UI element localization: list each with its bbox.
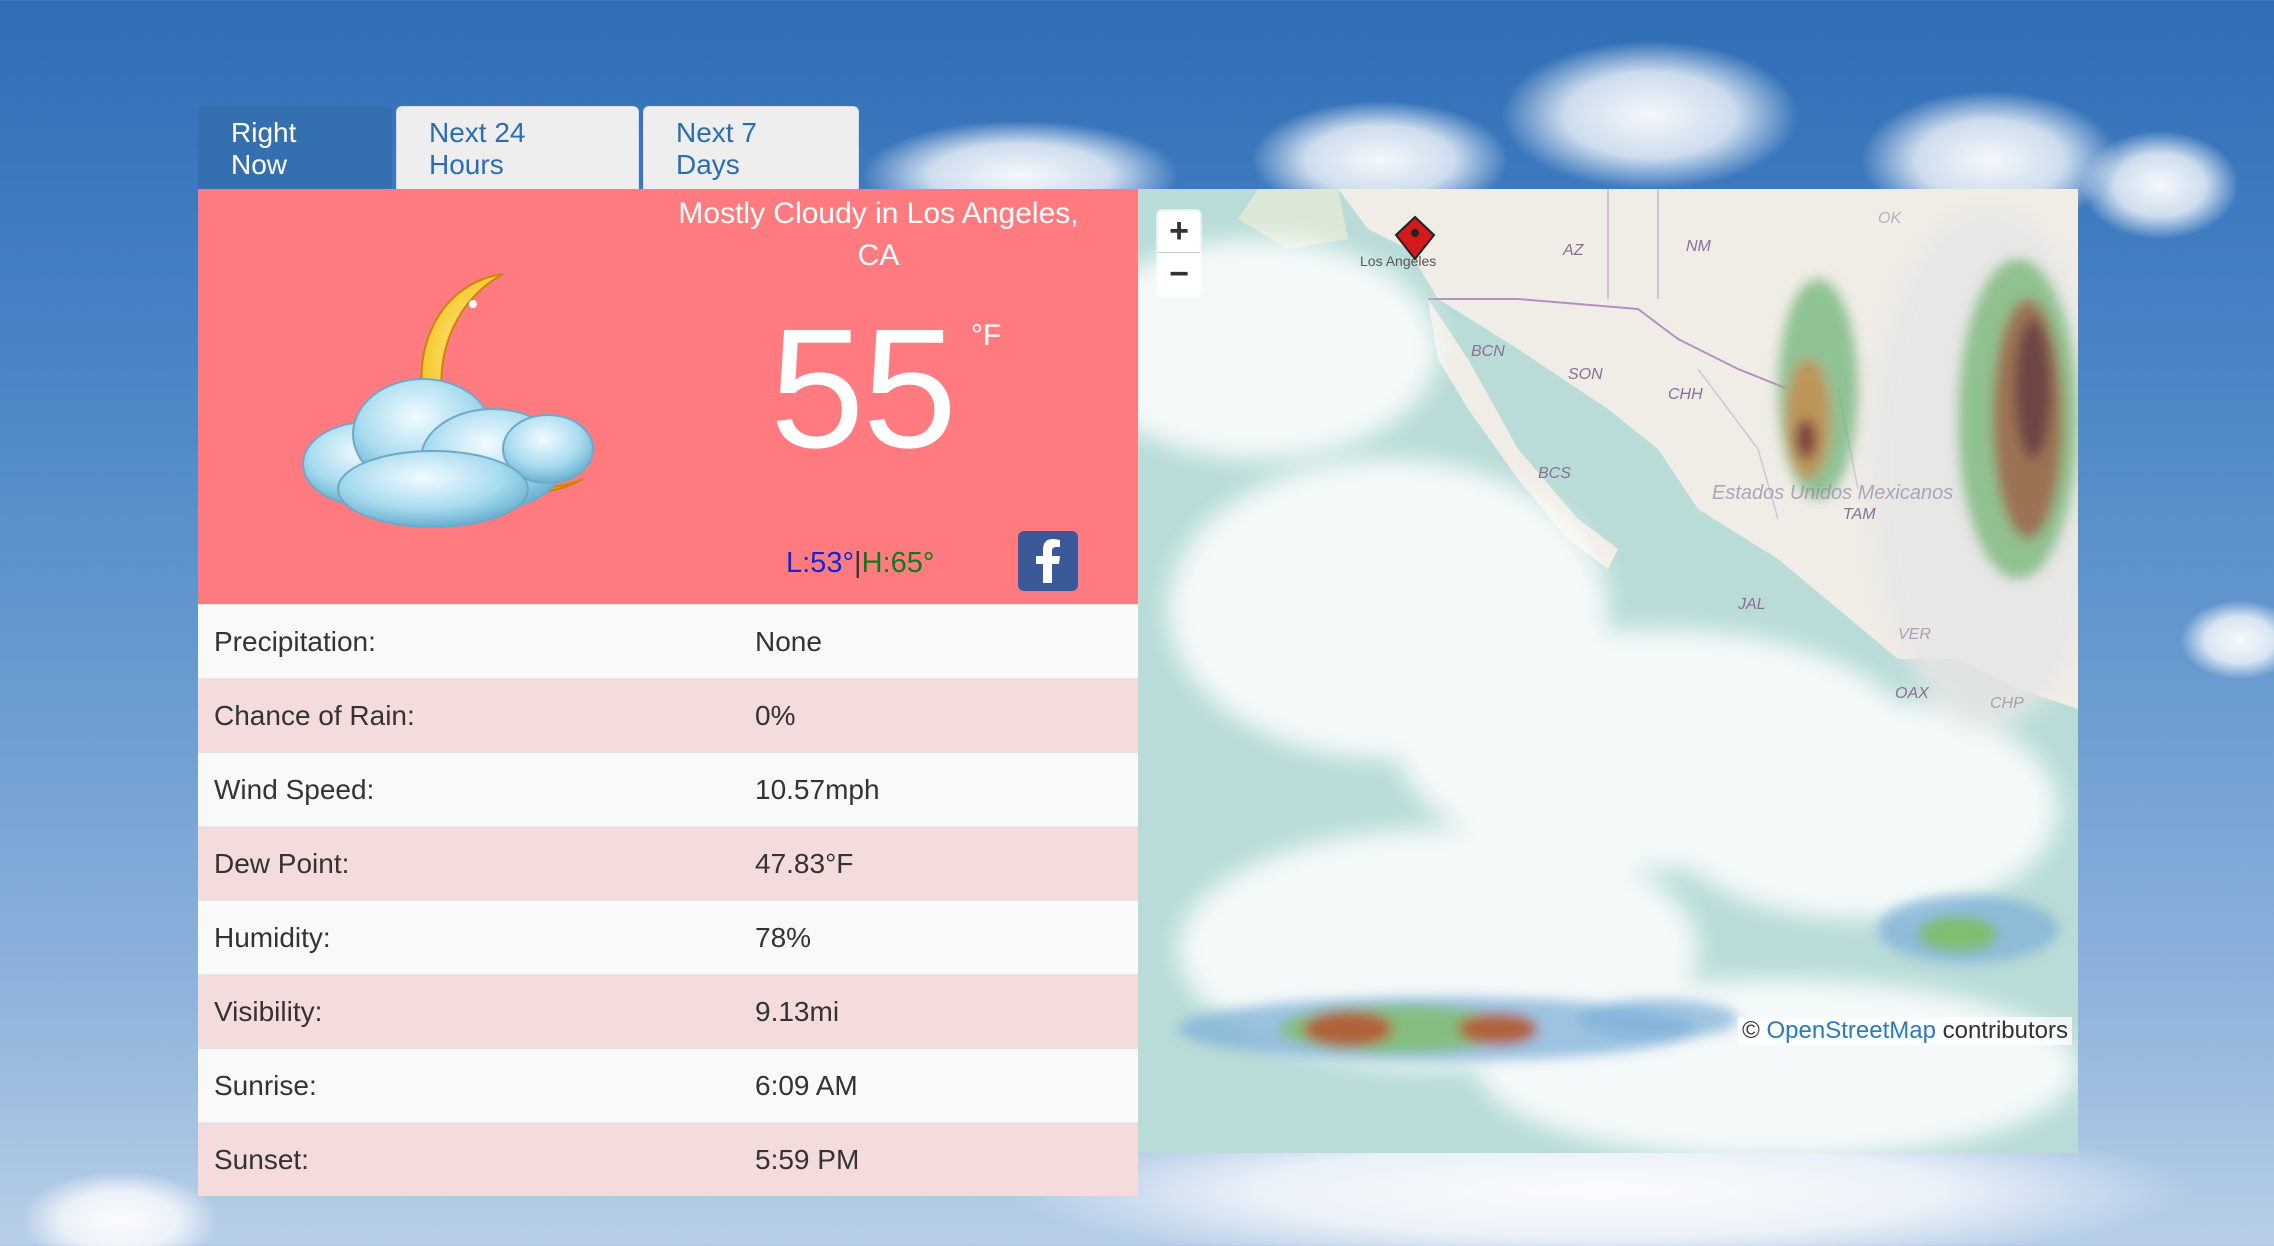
map-label: BCN <box>1471 343 1505 360</box>
map-label: CHP <box>1990 695 2024 712</box>
facebook-icon <box>1036 539 1060 583</box>
table-row: Visibility: 9.13mi <box>198 974 1138 1048</box>
low-high-temperature: L:53°|H:65° <box>786 547 934 580</box>
table-row: Sunset: 5:59 PM <box>198 1122 1138 1196</box>
detail-value: 6:09 AM <box>755 1069 858 1101</box>
table-row: Dew Point: 47.83°F <box>198 826 1138 900</box>
detail-value: 47.83°F <box>755 847 854 879</box>
detail-label: Sunset: <box>214 1143 309 1175</box>
details-table: Precipitation: None Chance of Rain: 0% Win… <box>198 604 1138 1196</box>
low-temperature: L:53° <box>786 547 855 579</box>
table-row: Chance of Rain: 0% <box>198 678 1138 752</box>
attribution-suffix: contributors <box>1942 1017 2068 1044</box>
map-city-label: Los Angeles <box>1360 253 1436 269</box>
map-label: VER <box>1898 626 1931 643</box>
map-label: TAM <box>1843 506 1876 523</box>
map-label: JAL <box>1737 596 1766 613</box>
current-weather-panel: Mostly Cloudy in Los Angeles, CA 55 °F L… <box>198 189 1138 1196</box>
tab-right-now[interactable]: Right Now <box>198 106 392 190</box>
table-row: Sunrise: 6:09 AM <box>198 1048 1138 1122</box>
detail-value: None <box>755 625 822 657</box>
high-temperature: H:65° <box>861 547 935 579</box>
zoom-out-button[interactable]: − <box>1158 253 1200 295</box>
detail-value: 0% <box>755 699 796 731</box>
attribution-prefix: © <box>1742 1017 1760 1044</box>
tab-next-7-days[interactable]: Next 7 Days <box>643 106 859 190</box>
table-row: Precipitation: None <box>198 604 1138 678</box>
detail-label: Sunrise: <box>214 1069 317 1101</box>
partly-cloudy-night-icon <box>293 264 603 534</box>
background-cloud <box>2180 600 2274 680</box>
low-high-separator: | <box>854 547 862 579</box>
openstreetmap-link[interactable]: OpenStreetMap <box>1767 1017 1936 1044</box>
detail-value: 5:59 PM <box>755 1143 860 1175</box>
current-conditions-card: Mostly Cloudy in Los Angeles, CA 55 °F L… <box>198 189 1138 604</box>
zoom-in-button[interactable]: + <box>1158 211 1200 253</box>
detail-value: 9.13mi <box>755 995 840 1027</box>
temperature-unit: °F <box>971 319 1002 352</box>
map-label: Estados Unidos Mexicanos <box>1712 482 1953 504</box>
map-zoom-control: + − <box>1156 209 1202 297</box>
background-cloud <box>20 1170 220 1246</box>
map-label: SON <box>1568 366 1603 383</box>
detail-value: 78% <box>755 921 812 953</box>
detail-label: Chance of Rain: <box>214 699 415 731</box>
background-cloud <box>2080 130 2240 240</box>
map-label: CHH <box>1668 386 1703 403</box>
current-temperature: 55 <box>770 294 957 484</box>
table-row: Humidity: 78% <box>198 900 1138 974</box>
map-canvas: AZ NM OK BCN SON CHH BCS Estados Unidos … <box>1138 189 2078 1153</box>
weather-map[interactable]: AZ NM OK BCN SON CHH BCS Estados Unidos … <box>1138 189 2078 1153</box>
tab-next-24-hours[interactable]: Next 24 Hours <box>396 106 639 190</box>
detail-label: Humidity: <box>214 921 331 953</box>
map-label: AZ <box>1562 242 1585 259</box>
facebook-share-button[interactable] <box>1018 531 1078 591</box>
forecast-tabs: Right Now Next 24 Hours Next 7 Days <box>198 106 863 190</box>
map-label: NM <box>1686 238 1712 255</box>
map-label: OK <box>1878 210 1902 227</box>
detail-label: Visibility: <box>214 995 323 1027</box>
map-label: OAX <box>1895 685 1930 702</box>
detail-label: Dew Point: <box>214 847 350 879</box>
background-cloud <box>1500 40 1800 190</box>
detail-label: Wind Speed: <box>214 773 375 805</box>
table-row: Wind Speed: 10.57mph <box>198 752 1138 826</box>
detail-value: 10.57mph <box>755 773 880 805</box>
map-attribution: © OpenStreetMap contributors <box>1738 1017 2072 1045</box>
detail-label: Precipitation: <box>214 625 376 657</box>
map-label: BCS <box>1538 465 1571 482</box>
condition-text: Mostly Cloudy in Los Angeles, CA <box>678 197 1079 272</box>
